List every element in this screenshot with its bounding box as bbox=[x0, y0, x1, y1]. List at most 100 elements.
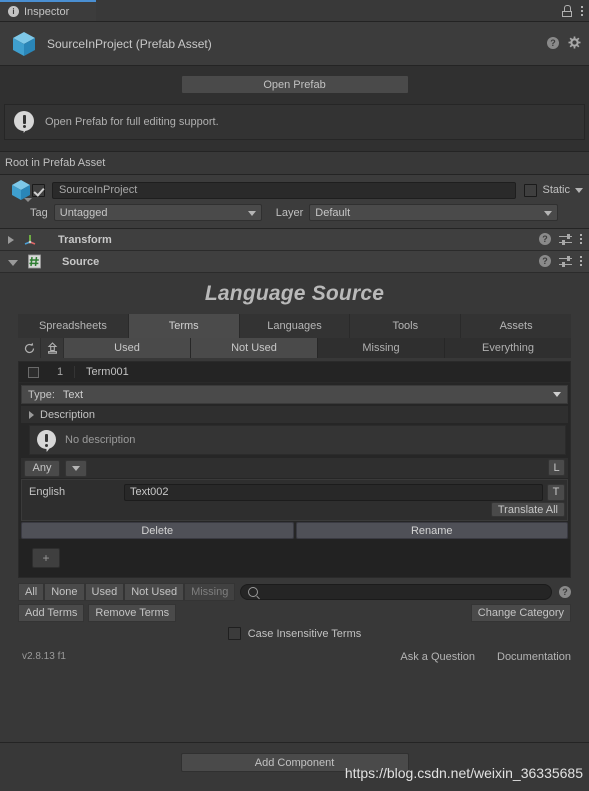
window-tab-bar: i Inspector bbox=[0, 0, 589, 22]
term-name: Term001 bbox=[86, 366, 129, 378]
term-row[interactable]: 1 Term001 bbox=[19, 362, 570, 383]
upload-icon[interactable] bbox=[41, 338, 64, 358]
transform-axis-icon bbox=[23, 232, 38, 247]
tab-languages[interactable]: Languages bbox=[239, 314, 351, 338]
component-header-transform[interactable]: Transform ? bbox=[0, 229, 589, 251]
info-bubble-icon bbox=[37, 430, 57, 452]
term-description-foldout[interactable]: Description bbox=[21, 406, 568, 423]
rename-term-button[interactable]: Rename bbox=[295, 522, 568, 539]
inspector-footer: Add Component https://blog.csdn.net/weix… bbox=[0, 742, 589, 791]
term-type-label: Type: bbox=[28, 388, 55, 401]
component-actions: ? bbox=[539, 255, 582, 267]
tag-value: Untagged bbox=[59, 206, 108, 219]
search-input[interactable] bbox=[240, 584, 552, 600]
select-all-button[interactable]: All bbox=[18, 583, 45, 601]
preset-sliders-icon[interactable] bbox=[559, 255, 572, 267]
term-any-button[interactable]: Any bbox=[24, 459, 60, 477]
tab-tools[interactable]: Tools bbox=[350, 314, 462, 338]
help-icon[interactable]: ? bbox=[547, 36, 559, 49]
open-prefab-button[interactable]: Open Prefab bbox=[180, 75, 409, 94]
change-category-button[interactable]: Change Category bbox=[470, 604, 571, 622]
watermark-text: https://blog.csdn.net/weixin_36335685 bbox=[344, 765, 583, 781]
preset-sliders-icon[interactable] bbox=[559, 233, 572, 245]
case-insensitive-checkbox[interactable] bbox=[227, 627, 241, 640]
gear-icon[interactable] bbox=[568, 36, 581, 49]
case-insensitive-label: Case Insensitive Terms bbox=[247, 627, 362, 640]
prefab-cube-icon bbox=[10, 179, 32, 203]
gameobject-name-field[interactable]: SourceInProject bbox=[52, 181, 517, 199]
select-none-button[interactable]: None bbox=[44, 583, 85, 601]
component-header-source[interactable]: Source ? bbox=[0, 251, 589, 273]
help-icon[interactable]: ? bbox=[539, 233, 551, 245]
language-source-title: Language Source bbox=[204, 282, 385, 305]
chevron-right-icon[interactable] bbox=[8, 235, 14, 244]
term-management-row: Add Terms Remove Terms Change Category bbox=[18, 604, 571, 622]
help-icon[interactable]: ? bbox=[539, 255, 551, 267]
add-terms-button[interactable]: Add Terms bbox=[18, 604, 85, 622]
tab-spreadsheets[interactable]: Spreadsheets bbox=[18, 314, 129, 338]
select-used-button[interactable]: Used bbox=[84, 583, 125, 601]
add-term-button[interactable]: + bbox=[32, 548, 60, 568]
gameobject-enabled-checkbox[interactable] bbox=[32, 183, 45, 197]
lock-icon[interactable] bbox=[562, 4, 572, 17]
tab-terms[interactable]: Terms bbox=[128, 314, 240, 338]
translation-value-input[interactable]: Text002 bbox=[124, 483, 543, 501]
language-source-panel: Language Source Spreadsheets Terms Langu… bbox=[0, 273, 589, 668]
inspector-window: i Inspector SourceInProject (Prefab Asse… bbox=[0, 0, 589, 791]
delete-term-button[interactable]: Delete bbox=[21, 522, 294, 539]
component-actions: ? bbox=[539, 233, 582, 245]
script-hash-icon bbox=[27, 254, 42, 269]
ask-question-link[interactable]: Ask a Question bbox=[400, 651, 475, 663]
translate-all-button[interactable]: Translate All bbox=[490, 502, 565, 517]
tab-inspector-label: Inspector bbox=[24, 5, 70, 18]
chevron-down-icon[interactable] bbox=[575, 187, 583, 193]
kebab-menu-icon[interactable] bbox=[580, 256, 582, 266]
search-icon bbox=[248, 587, 259, 597]
language-source-tabs: Spreadsheets Terms Languages Tools Asset… bbox=[18, 314, 571, 338]
translation-translate-button[interactable]: T bbox=[547, 483, 565, 501]
tab-inspector[interactable]: i Inspector bbox=[0, 0, 96, 21]
translation-row: English Text002 T bbox=[22, 482, 567, 502]
term-plural-row: Any L bbox=[21, 458, 568, 478]
static-label: Static bbox=[542, 184, 570, 196]
gameobject-name-row: SourceInProject Static bbox=[0, 180, 589, 202]
prefab-help-text: Open Prefab for full editing support. bbox=[45, 116, 219, 128]
asset-header-icons: ? bbox=[547, 36, 581, 49]
term-actions-row: Delete Rename bbox=[21, 522, 568, 539]
help-icon[interactable]: ? bbox=[559, 586, 571, 598]
tab-assets[interactable]: Assets bbox=[461, 314, 571, 338]
remove-terms-button[interactable]: Remove Terms bbox=[88, 604, 177, 622]
term-any-dropdown[interactable] bbox=[65, 459, 87, 477]
select-not-used-button[interactable]: Not Used bbox=[124, 583, 185, 601]
layer-dropdown[interactable]: Default bbox=[309, 204, 559, 221]
asset-header: SourceInProject (Prefab Asset) ? bbox=[0, 22, 589, 65]
static-toggle[interactable]: Static bbox=[524, 183, 583, 197]
select-missing-button[interactable]: Missing bbox=[184, 583, 236, 601]
term-translations: English Text002 T Translate All bbox=[21, 479, 568, 521]
tag-dropdown[interactable]: Untagged bbox=[53, 204, 262, 221]
term-filter-bar: Used Not Used Missing Everything bbox=[18, 338, 571, 358]
term-type-dropdown[interactable]: Type: Text bbox=[21, 385, 568, 404]
layer-value: Default bbox=[315, 206, 351, 219]
filter-everything[interactable]: Everything bbox=[445, 338, 571, 358]
term-add-area: + bbox=[19, 539, 570, 577]
filter-not-used[interactable]: Not Used bbox=[191, 338, 318, 358]
selection-filter-row: All None Used Not Used Missing ? bbox=[18, 583, 571, 601]
documentation-link[interactable]: Documentation bbox=[497, 651, 571, 663]
term-checkbox[interactable] bbox=[28, 366, 39, 378]
prefab-cube-icon bbox=[11, 30, 37, 58]
chevron-right-icon bbox=[29, 410, 34, 419]
refresh-icon[interactable] bbox=[18, 338, 41, 358]
term-no-description-box: No description bbox=[29, 425, 566, 455]
version-label: v2.8.13 f1 bbox=[22, 651, 66, 662]
term-language-button[interactable]: L bbox=[548, 459, 565, 476]
term-no-description-text: No description bbox=[65, 434, 136, 446]
static-checkbox[interactable] bbox=[524, 183, 538, 197]
chevron-down-icon[interactable] bbox=[8, 259, 18, 266]
kebab-menu-icon[interactable] bbox=[581, 5, 583, 16]
filter-used[interactable]: Used bbox=[64, 338, 191, 358]
case-insensitive-row[interactable]: Case Insensitive Terms bbox=[18, 627, 571, 640]
kebab-menu-icon[interactable] bbox=[580, 234, 582, 244]
filter-missing[interactable]: Missing bbox=[318, 338, 445, 358]
root-in-prefab-asset-bar: Root in Prefab Asset bbox=[0, 152, 589, 175]
